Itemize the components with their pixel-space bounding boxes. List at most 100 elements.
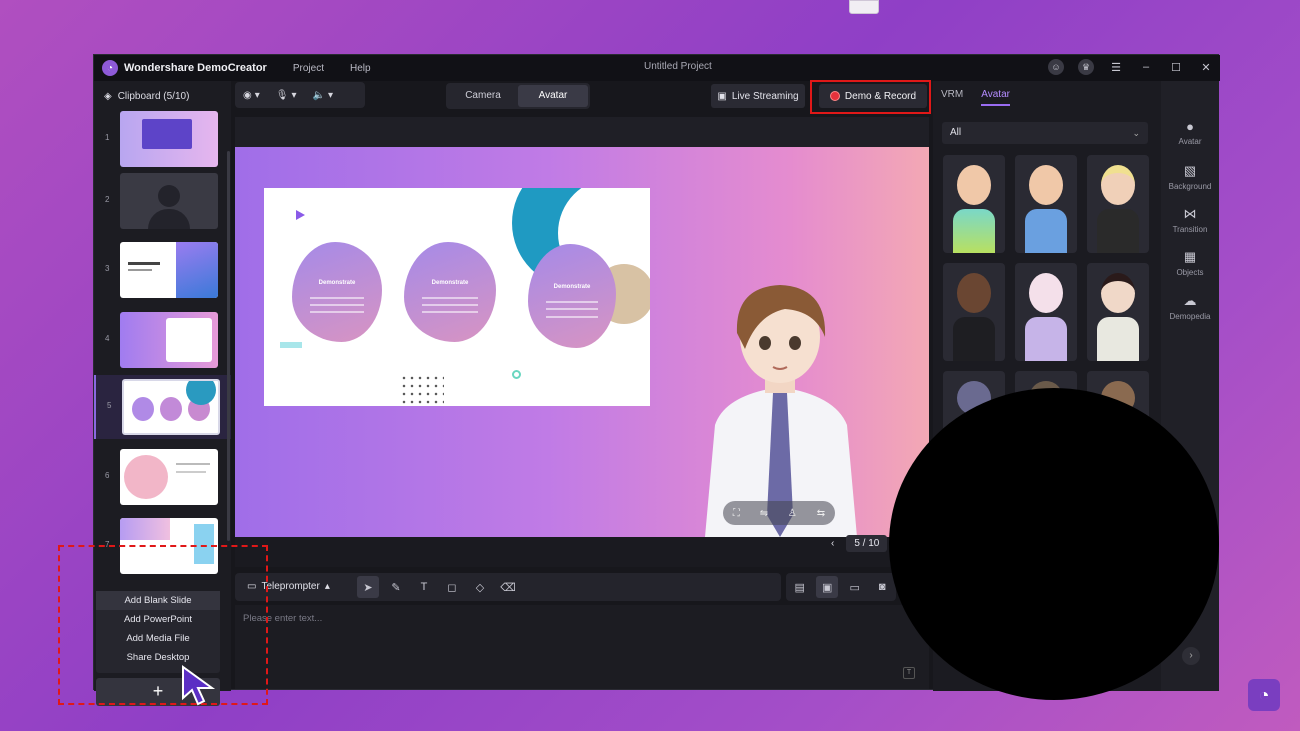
slide-item-2[interactable]: 2 [94, 169, 231, 233]
menu-lines-icon[interactable]: ☰ [1108, 59, 1124, 75]
avatar-icon: ● [1186, 119, 1194, 134]
avatar-tile[interactable] [1087, 155, 1149, 253]
teleprompter-text-area[interactable]: Please enter text... T [235, 605, 929, 689]
avatar-tile[interactable] [1015, 263, 1077, 361]
slide-number: 5 [107, 401, 112, 410]
clipboard-header: ◈ Clipboard (5/10) [104, 91, 189, 102]
blob-line [545, 308, 599, 311]
chevron-right-icon[interactable]: › [1182, 647, 1200, 665]
nav-objects[interactable]: ▦ Objects [1161, 249, 1219, 277]
slide-thumbnail [120, 312, 218, 368]
speaker-icon: 🔈 [312, 89, 325, 101]
preview-canvas[interactable]: Demonstrate Demonstrate Demonstrate ⛶ ⇋ … [235, 147, 929, 537]
mode-avatar[interactable]: Avatar [518, 85, 588, 107]
slide-thumbnail [120, 111, 218, 167]
swap-icon[interactable]: ⇆ [817, 508, 825, 519]
document-title: Untitled Project [644, 61, 712, 72]
nav-label: Background [1168, 182, 1212, 191]
shape-tool-icon[interactable]: ◻ [441, 576, 463, 598]
speaker-dropdown[interactable]: 🔈 ▾ [305, 84, 341, 106]
chevron-down-icon: ▾ [254, 89, 260, 101]
nav-transition[interactable]: ⋈ Transition [1161, 206, 1219, 234]
chevron-left-icon[interactable]: ‹ [831, 538, 834, 549]
blob-line [422, 304, 478, 306]
chevron-down-icon: ▾ [291, 89, 297, 101]
close-icon[interactable]: ✕ [1198, 59, 1214, 75]
app-logo-icon: ◔ [102, 60, 118, 76]
clear-tool-icon[interactable]: ⌫ [497, 576, 519, 598]
pen-tool-icon[interactable]: ✎ [385, 576, 407, 598]
blob-line [310, 297, 364, 299]
decor-ring [512, 370, 521, 379]
person-icon[interactable]: ♙ [788, 508, 797, 519]
nav-label: Avatar [1178, 137, 1202, 146]
nav-demopedia[interactable]: ☁ Demopedia [1161, 293, 1219, 321]
canvas-header [235, 117, 929, 147]
nav-background[interactable]: ▧ Background [1161, 163, 1219, 191]
clipboard-scrollbar[interactable] [227, 151, 230, 541]
tab-vrm[interactable]: VRM [941, 89, 963, 106]
slide-thumbnail [122, 379, 220, 435]
layout-3-icon[interactable]: ▭ [844, 576, 866, 598]
blob-line [545, 315, 599, 318]
minimize-icon[interactable]: – [1138, 59, 1154, 75]
avatar-tile[interactable] [943, 155, 1005, 253]
menu-help[interactable]: Help [350, 63, 371, 74]
slide-preview: Demonstrate Demonstrate Demonstrate [264, 188, 650, 406]
slide-item-1[interactable]: 1 [94, 107, 231, 171]
annotation-tools: ➤ ✎ T ◻ ◇ ⌫ [357, 576, 519, 598]
camera-source-dropdown[interactable]: ◉ ▾ [235, 84, 268, 106]
avatar-floating-toolbar: ⛶ ⇋ ♙ ⇆ [723, 501, 835, 525]
microphone-dropdown[interactable]: 🎙 ▾ [268, 84, 305, 106]
layout-1-icon[interactable]: ▤ [789, 576, 811, 598]
blob-title: Demonstrate [431, 280, 469, 286]
brand-logo-icon: ◔ [1248, 679, 1280, 711]
focus-icon[interactable]: ⛶ [733, 508, 740, 519]
clipboard-title: Clipboard (5/10) [117, 91, 190, 102]
blob-title: Demonstrate [553, 283, 591, 290]
nav-avatar[interactable]: ● Avatar [1161, 119, 1219, 146]
caret-up-icon: ▴ [324, 581, 330, 592]
menu-project[interactable]: Project [293, 63, 324, 74]
slide-item-6[interactable]: 6 [94, 445, 231, 509]
background-icon: ▧ [1183, 163, 1197, 178]
live-streaming-label: Live Streaming [731, 90, 799, 102]
account-icon[interactable]: ☺ [1048, 59, 1064, 75]
eraser-tool-icon[interactable]: ◇ [469, 576, 491, 598]
layout-2-icon[interactable]: ▣ [816, 576, 839, 598]
cursor-tool-icon[interactable]: ➤ [357, 576, 379, 598]
layout-options: ▤ ▣ ▭ ◙ [786, 573, 896, 601]
mode-switch: Camera Avatar [446, 83, 590, 109]
decor-dots [400, 374, 444, 404]
avatar-tile[interactable] [943, 263, 1005, 361]
slide-thumbnail [120, 173, 218, 229]
blob-line [422, 297, 478, 299]
avatar-tile[interactable] [1015, 155, 1077, 253]
live-streaming-button[interactable]: ▣ Live Streaming [711, 84, 805, 108]
highlight-frame [810, 80, 931, 114]
mirror-icon[interactable]: ⇋ [760, 508, 768, 519]
slide-number: 2 [105, 195, 110, 204]
mode-camera[interactable]: Camera [448, 85, 518, 107]
transition-icon: ⋈ [1183, 206, 1197, 221]
avatar-filter-select[interactable]: All ⌄ [942, 122, 1148, 144]
tab-avatar[interactable]: Avatar [981, 89, 1010, 106]
slide-item-3[interactable]: 3 [94, 238, 231, 302]
decor-bar [280, 342, 302, 348]
text-tool-icon[interactable]: T [413, 576, 435, 598]
avatar-character [705, 285, 857, 537]
blob-line [422, 311, 478, 313]
text-size-icon[interactable]: T [903, 667, 915, 679]
slide-item-4[interactable]: 4 [94, 308, 231, 372]
layers-icon: ◈ [104, 91, 112, 102]
maximize-icon[interactable]: ☐ [1168, 59, 1184, 75]
blob-card-2: Demonstrate [404, 242, 496, 342]
device-controls: ◉ ▾ 🎙 ▾ 🔈 ▾ [235, 82, 365, 108]
app-title: Wondershare DemoCreator [124, 62, 267, 74]
avatar-tile[interactable] [1087, 263, 1149, 361]
webcam-overlay-circle [889, 388, 1219, 700]
upgrade-icon[interactable]: ♛ [1078, 59, 1094, 75]
play-icon [296, 210, 305, 220]
layout-4-icon[interactable]: ◙ [871, 576, 893, 598]
slide-item-5[interactable]: 5 [94, 375, 231, 439]
